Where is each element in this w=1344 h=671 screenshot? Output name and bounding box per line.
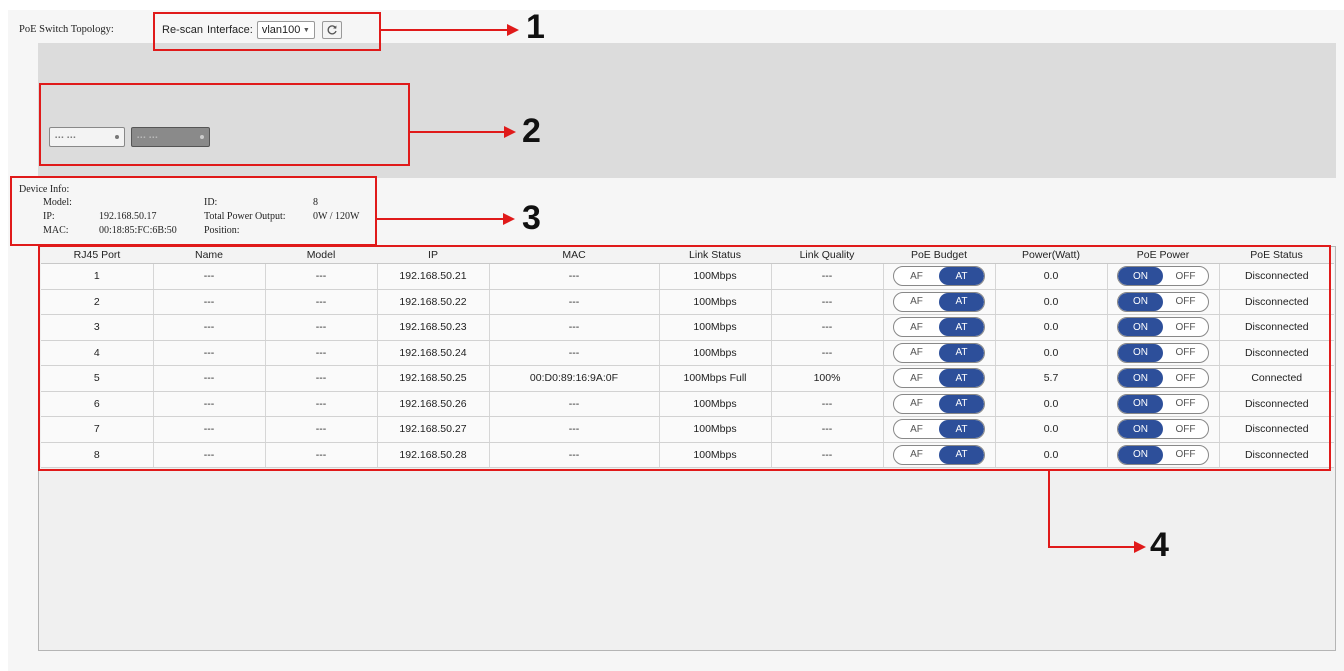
callout-box-4 xyxy=(38,245,1331,471)
topology-label: PoE Switch Topology: xyxy=(19,24,114,35)
callout-box-3 xyxy=(10,176,377,246)
arrow-head-icon xyxy=(507,24,519,36)
arrow-head-icon xyxy=(504,126,516,138)
callout-arrow-4-vertical xyxy=(1048,471,1050,548)
callout-arrow-2 xyxy=(410,131,506,133)
callout-box-2 xyxy=(39,83,410,166)
callout-number-3: 3 xyxy=(522,199,541,237)
callout-arrow-1 xyxy=(381,29,509,31)
callout-number-4: 4 xyxy=(1150,526,1169,564)
callout-box-1 xyxy=(153,12,381,51)
arrow-head-icon xyxy=(503,213,515,225)
callout-arrow-4 xyxy=(1048,546,1136,548)
callout-number-2: 2 xyxy=(522,112,541,150)
callout-number-1: 1 xyxy=(526,8,545,46)
callout-arrow-3 xyxy=(377,218,505,220)
arrow-head-icon xyxy=(1134,541,1146,553)
